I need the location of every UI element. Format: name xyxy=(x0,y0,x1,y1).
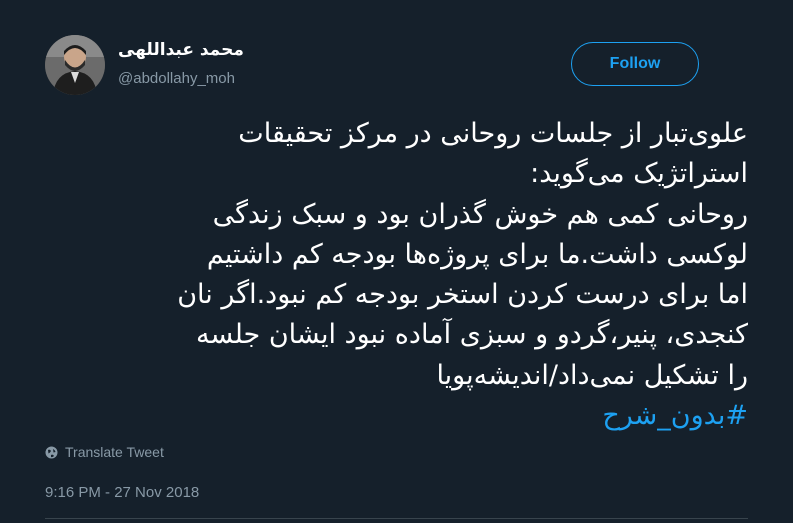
avatar[interactable] xyxy=(45,35,105,95)
tweet-text-line: اما برای درست کردن استخر بودجه کم نبود.ا… xyxy=(177,279,748,311)
divider xyxy=(45,518,748,519)
tweet-text-line: را تشکیل نمی‌داد/اندیشه‌پویا xyxy=(436,359,748,391)
translate-tweet-link[interactable]: Translate Tweet xyxy=(45,444,164,460)
user-handle[interactable]: @abdollahy_moh xyxy=(118,70,235,87)
hashtag-link[interactable]: #بدون_شرح xyxy=(28,396,748,436)
globe-icon xyxy=(45,446,58,459)
tweet-card: محمد عبداللهی @abdollahy_moh Follow علوی… xyxy=(0,0,793,523)
tweet-text: علوی‌تبار از جلسات روحانی در مرکز تحقیقا… xyxy=(28,114,748,436)
tweet-text-line: روحانی کمی هم خوش گذران بود و سبک زندگی xyxy=(212,198,748,230)
display-name[interactable]: محمد عبداللهی xyxy=(118,40,244,60)
tweet-text-line: لوکسی داشت.ما برای پروژه‌ها بودجه کم داش… xyxy=(206,238,748,270)
tweet-text-line: علوی‌تبار از جلسات روحانی در مرکز تحقیقا… xyxy=(238,118,748,149)
tweet-timestamp[interactable]: 9:16 PM - 27 Nov 2018 xyxy=(45,484,199,501)
tweet-text-line: کنجدی، پنیر،گردو و سبزی آماده نبود ایشان… xyxy=(196,319,748,351)
tweet-text-line: استراتژیک می‌گوید: xyxy=(530,158,748,190)
follow-button[interactable]: Follow xyxy=(571,42,699,86)
translate-label: Translate Tweet xyxy=(65,444,164,460)
